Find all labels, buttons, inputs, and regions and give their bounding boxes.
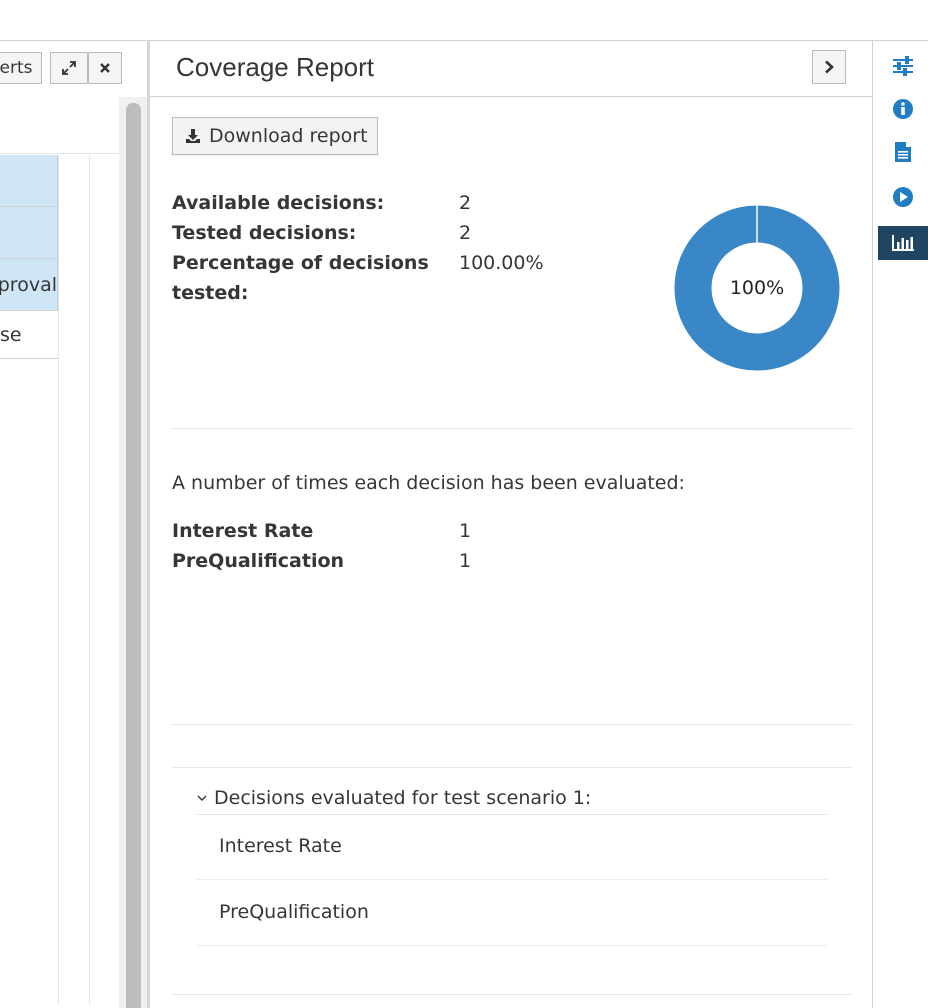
grid-cell[interactable]: proval [0,259,58,311]
collapse-panel-button[interactable] [812,50,846,84]
donut-label: 100% [730,277,784,299]
info-icon [893,99,913,119]
play-icon [893,187,913,207]
coverage-donut-chart: 100% [674,205,840,371]
panel-splitter[interactable] [147,40,150,1008]
decision-count: 1 [459,520,472,542]
alerts-button[interactable]: erts [0,52,42,84]
grid-cell[interactable] [0,155,58,207]
percentage-tested-value: 100.00% [459,252,544,274]
list-item: PreQualification [196,881,828,946]
divider [172,724,852,725]
left-editor-toolbar: erts [0,40,148,98]
list-item-label: Interest Rate [219,835,342,857]
decision-name: Interest Rate [172,520,314,542]
download-report-button[interactable]: Download report [172,117,378,155]
percentage-tested-label: Percentage of decisions [172,252,429,274]
settings-tool-button[interactable] [878,49,928,83]
evaluation-intro-text: A number of times each decision has been… [172,472,685,494]
divider [172,767,852,768]
grid-cell[interactable]: se [0,311,58,359]
sliders-icon [893,56,913,76]
grid-column-divider [58,155,90,1005]
scrollbar-thumb[interactable] [126,103,141,1008]
divider [172,428,852,429]
close-icon [100,63,110,73]
tested-decisions-value: 2 [459,222,472,244]
grid-cell[interactable] [0,207,58,259]
document-icon [895,142,911,162]
decision-name: PreQualification [172,550,345,572]
expand-icon [62,61,76,75]
percentage-tested-label-line2: tested: [172,282,249,304]
page-title: Coverage Report [176,52,374,82]
chevron-right-icon [825,60,834,74]
tested-decisions-label: Tested decisions: [172,222,357,244]
decision-count: 1 [459,550,472,572]
download-report-label: Download report [209,125,368,147]
run-tool-button[interactable] [878,180,928,214]
maximize-button[interactable] [50,52,88,84]
grid-header-row [0,97,120,154]
info-tool-button[interactable] [878,92,928,126]
list-item-label: PreQualification [219,901,369,923]
download-icon [186,129,200,143]
coverage-report-tool-button[interactable] [878,226,928,260]
test-scenario-grid: proval se [0,97,120,1008]
divider [172,994,852,995]
available-decisions-value: 2 [459,192,472,214]
documentation-tool-button[interactable] [878,135,928,169]
close-button[interactable] [88,52,122,84]
list-item: Interest Rate [196,815,828,880]
alerts-button-label: erts [0,58,33,78]
bar-chart-icon [892,235,914,251]
scenario-title: Decisions evaluated for test scenario 1: [214,787,592,809]
scenario-expander[interactable]: Decisions evaluated for test scenario 1: [196,787,591,809]
available-decisions-label: Available decisions: [172,192,385,214]
chevron-down-icon [197,795,207,801]
